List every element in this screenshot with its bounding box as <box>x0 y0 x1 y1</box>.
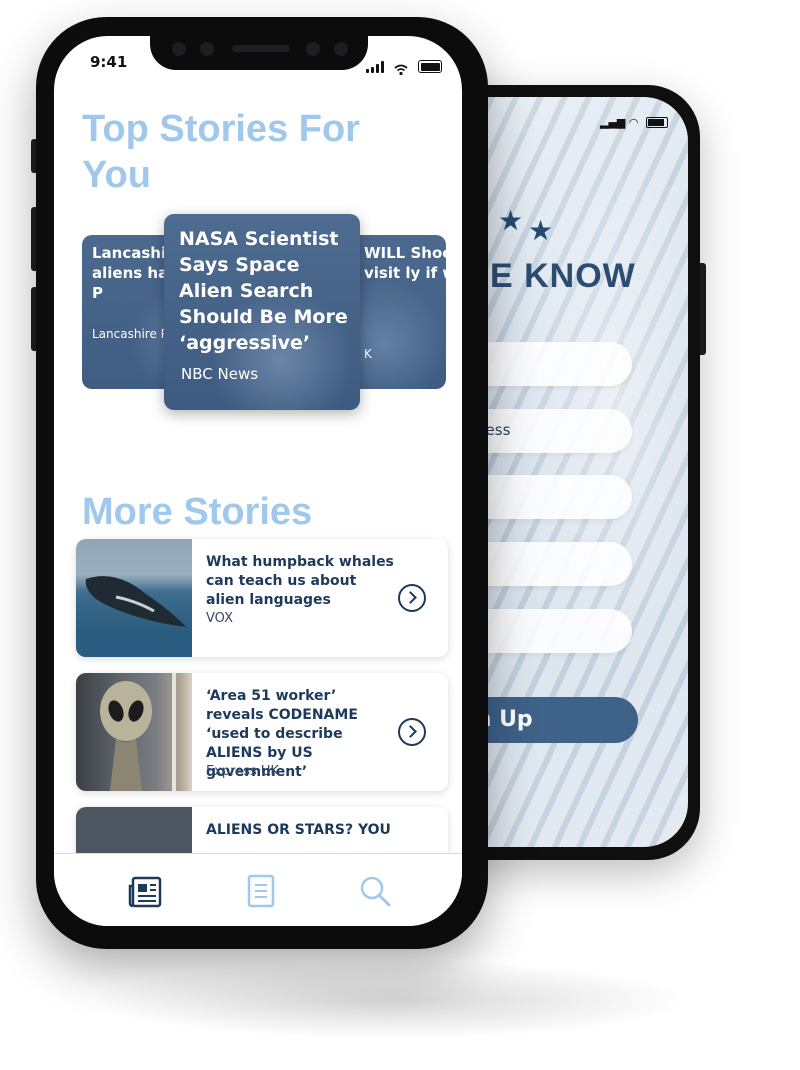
search-icon <box>360 876 391 907</box>
signup-heading: E KNOW <box>490 257 636 295</box>
tab-bar <box>54 853 462 926</box>
silent-switch <box>31 139 36 173</box>
volume-up-button <box>31 207 36 271</box>
front-phone: 9:41 Top Stories For You Lancashi has ‘p… <box>31 17 488 949</box>
sensor-icon <box>306 42 320 56</box>
status-icons <box>365 56 442 75</box>
status-bar: ▂▄▆ ◠ <box>600 115 668 129</box>
story-source: NBC News <box>181 365 259 383</box>
status-time: 9:41 <box>90 53 128 71</box>
story-source: VOX <box>206 611 233 626</box>
star-icon: ★ <box>498 204 524 237</box>
tab-articles[interactable] <box>196 854 326 926</box>
signal-icon <box>365 60 384 73</box>
featured-story-card[interactable]: NASA Scientist Says Space Alien Search S… <box>164 214 360 410</box>
drop-shadow <box>90 960 690 1040</box>
story-list-item[interactable]: What humpback whales can teach us about … <box>76 539 448 657</box>
document-icon <box>247 874 275 908</box>
story-source: K <box>364 347 372 361</box>
newspaper-icon <box>128 876 162 908</box>
star-icon: ★ <box>528 214 554 247</box>
chevron-right-icon[interactable] <box>398 718 426 746</box>
volume-down-button <box>31 287 36 351</box>
more-stories-heading: More Stories <box>82 491 313 533</box>
signal-icon: ▂▄▆ <box>600 115 626 129</box>
wifi-icon: ◠ <box>628 115 639 129</box>
camera-icon <box>172 42 186 56</box>
story-source: Lancashire P <box>92 327 168 341</box>
alien-thumbnail <box>76 673 192 791</box>
side-button <box>700 263 706 355</box>
notch <box>150 36 368 70</box>
story-title: What humpback whales can teach us about … <box>206 554 394 608</box>
story-title: NASA Scientist Says Space Alien Search S… <box>179 228 348 354</box>
top-stories-heading: Top Stories For You <box>82 108 360 196</box>
story-title: ALIENS OR STARS? YOU <box>206 822 391 838</box>
story-source: Express UK <box>206 764 279 779</box>
battery-icon <box>646 116 668 128</box>
speaker-grille <box>232 45 290 52</box>
tab-search[interactable] <box>314 854 444 926</box>
sensor-icon <box>334 42 348 56</box>
wifi-icon <box>394 61 408 75</box>
battery-icon <box>418 60 442 73</box>
sensor-icon <box>200 42 214 56</box>
whale-thumbnail <box>76 539 192 657</box>
tab-news[interactable] <box>78 854 208 926</box>
chevron-right-icon[interactable] <box>398 584 426 612</box>
story-list-item[interactable]: ‘Area 51 worker’ reveals CODENAME ‘used … <box>76 673 448 791</box>
news-screen: 9:41 Top Stories For You Lancashi has ‘p… <box>54 36 462 926</box>
story-title: WILL Shock of ET visit ly if we ndlier’ <box>364 244 446 282</box>
